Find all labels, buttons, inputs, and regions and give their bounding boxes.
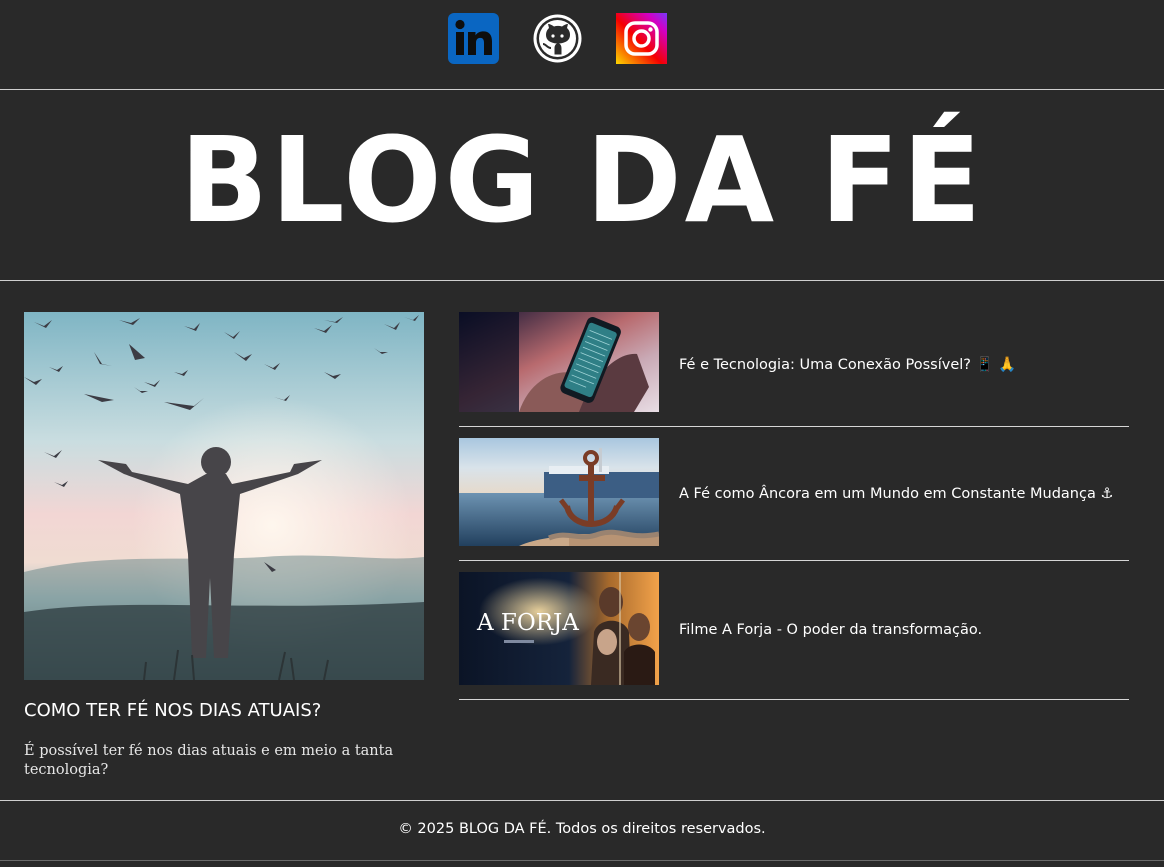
thumbnail-film-title: A FORJA [476, 610, 579, 636]
footer-top-divider [0, 800, 1164, 801]
post-thumbnail[interactable] [459, 312, 659, 412]
post-thumbnail[interactable] [459, 438, 659, 546]
featured-post-image[interactable] [24, 312, 424, 680]
github-icon [533, 14, 582, 63]
github-link[interactable] [532, 13, 583, 64]
linkedin-icon [448, 13, 499, 64]
footer-bottom-divider [0, 860, 1164, 861]
header-top-divider [0, 89, 1164, 90]
post-thumbnail[interactable]: A FORJA [459, 572, 659, 685]
post-divider [459, 426, 1129, 427]
header-bottom-divider [0, 280, 1164, 281]
post-item[interactable]: A Fé como Âncora em um Mundo em Constant… [459, 438, 1129, 562]
site-title: BLOG DA FÉ [179, 111, 985, 249]
post-divider [459, 699, 1129, 700]
post-item[interactable]: Fé e Tecnologia: Uma Conexão Possível? 📱… [459, 312, 1129, 428]
footer-copyright: © 2025 BLOG DA FÉ. Todos os direitos res… [398, 821, 766, 837]
post-title[interactable]: Fé e Tecnologia: Uma Conexão Possível? 📱… [679, 356, 1016, 373]
featured-post-title[interactable]: COMO TER FÉ NOS DIAS ATUAIS? [24, 700, 424, 721]
post-item[interactable]: A FORJA Filme A Forja - O poder da trans… [459, 572, 1129, 702]
social-bar [0, 0, 1164, 89]
featured-post-excerpt: É possível ter fé nos dias atuais e em m… [24, 743, 394, 778]
post-divider [459, 560, 1129, 561]
instagram-icon [616, 13, 667, 64]
post-title[interactable]: A Fé como Âncora em um Mundo em Constant… [679, 486, 1113, 502]
post-title[interactable]: Filme A Forja - O poder da transformação… [679, 622, 982, 638]
linkedin-link[interactable] [448, 13, 499, 64]
instagram-link[interactable] [616, 13, 667, 64]
